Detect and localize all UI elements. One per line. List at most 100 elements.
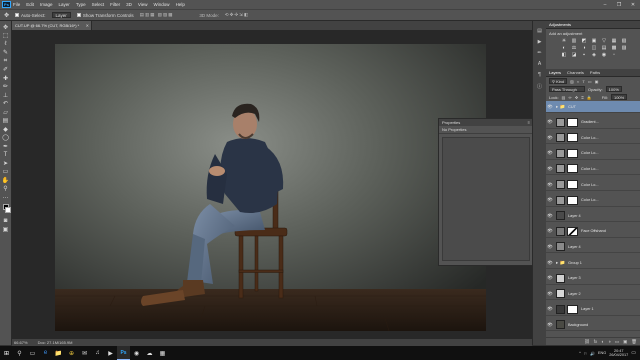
- tab-layers[interactable]: Layers: [549, 70, 561, 75]
- pen-tool-icon[interactable]: ✒: [1, 142, 10, 151]
- folder-icon[interactable]: ▸ 📁: [556, 260, 565, 266]
- lock-icons[interactable]: ▨ ✏ ✥ ⌗ 🔒: [562, 95, 593, 100]
- kind-filter-dropdown[interactable]: ⚲ Kind: [549, 78, 568, 84]
- zoom-tool-icon[interactable]: ⚲: [1, 185, 10, 194]
- layer-row[interactable]: 👁 Background: [546, 319, 640, 332]
- layer-name[interactable]: Layer 2: [568, 292, 581, 296]
- new-adjustment-icon[interactable]: ◑: [608, 339, 611, 344]
- eraser-tool-icon[interactable]: ▱: [1, 108, 10, 117]
- layer-thumbnail[interactable]: [556, 164, 565, 174]
- dodge-tool-icon[interactable]: ◯: [1, 134, 10, 143]
- photo-filter-icon[interactable]: ⚖: [570, 45, 578, 51]
- visibility-eye-icon[interactable]: 👁: [546, 322, 554, 328]
- visibility-eye-icon[interactable]: 👁: [546, 275, 554, 281]
- layer-row[interactable]: 👁 Layer 4: [546, 210, 640, 223]
- visibility-eye-icon[interactable]: 👁: [546, 244, 554, 250]
- menu-filter[interactable]: Filter: [110, 2, 120, 7]
- visibility-eye-icon[interactable]: 👁: [546, 291, 554, 297]
- menu-3d[interactable]: 3D: [126, 2, 132, 7]
- menu-help[interactable]: Help: [176, 2, 185, 7]
- layer-thumbnail[interactable]: [556, 148, 565, 158]
- search-icon[interactable]: ⚲: [13, 346, 26, 360]
- visibility-eye-icon[interactable]: 👁: [546, 150, 554, 156]
- layer-name[interactable]: Layer 1: [581, 307, 594, 311]
- layer-style-icon[interactable]: fx: [594, 339, 598, 344]
- gradient-map-icon[interactable]: ◪: [570, 52, 578, 58]
- actions-panel-icon[interactable]: ▶: [536, 38, 544, 46]
- layer-name[interactable]: Color Lo...: [581, 136, 599, 140]
- layer-row[interactable]: 👁 Layer 3: [546, 273, 640, 285]
- pattern-icon[interactable]: ◈: [590, 52, 598, 58]
- quick-mask-icon[interactable]: ◙: [1, 217, 10, 226]
- info-panel-icon[interactable]: ⓘ: [536, 82, 544, 90]
- fill-input[interactable]: 100%: [610, 94, 628, 100]
- layer-row[interactable]: 👁 Color Lo...: [546, 195, 640, 207]
- lasso-tool-icon[interactable]: ℓ: [1, 40, 10, 49]
- clone-stamp-tool-icon[interactable]: ⊥: [1, 91, 10, 100]
- layer-mask-thumbnail[interactable]: [567, 117, 578, 127]
- media-player-icon[interactable]: ▶: [104, 346, 117, 360]
- chrome-icon[interactable]: ⊕: [65, 346, 78, 360]
- layer-row[interactable]: 👁 Color Lo...: [546, 132, 640, 145]
- layer-mask-thumbnail[interactable]: [567, 164, 578, 174]
- layer-mask-thumbnail[interactable]: [567, 226, 578, 236]
- layer-row[interactable]: 👁 ▸ 📁 Group 1: [546, 257, 640, 269]
- visibility-eye-icon[interactable]: 👁: [546, 213, 554, 219]
- layer-thumbnail[interactable]: [556, 211, 565, 221]
- clock[interactable]: 20:47 26/04/2017: [609, 349, 628, 358]
- healing-tool-icon[interactable]: ✚: [1, 74, 10, 83]
- blend-mode-dropdown[interactable]: Pass Through: [549, 86, 585, 92]
- black-white-icon[interactable]: ◐: [560, 45, 568, 51]
- layer-row[interactable]: 👁 Color Lo...: [546, 179, 640, 191]
- restore-icon[interactable]: ❐: [612, 0, 626, 9]
- camera-icon[interactable]: ◉: [130, 346, 143, 360]
- menu-file[interactable]: File: [13, 2, 20, 7]
- layer-thumbnail[interactable]: [556, 273, 565, 283]
- tab-paths[interactable]: Paths: [590, 70, 600, 75]
- menu-layer[interactable]: Layer: [59, 2, 70, 7]
- layer-mask-thumbnail[interactable]: [567, 133, 578, 143]
- layer-name[interactable]: Layer 3: [568, 276, 581, 280]
- layer-thumbnail[interactable]: [556, 117, 565, 127]
- layer-name[interactable]: Layer 4: [568, 214, 581, 218]
- panel-menu-icon[interactable]: ≡: [528, 120, 530, 125]
- character-panel-icon[interactable]: A: [536, 60, 544, 68]
- document-canvas-image[interactable]: [55, 44, 486, 331]
- new-group-icon[interactable]: ▭: [615, 339, 619, 345]
- visibility-eye-icon[interactable]: 👁: [546, 119, 554, 125]
- link-layers-icon[interactable]: ⛓: [584, 339, 590, 345]
- app-icon[interactable]: ▦: [156, 346, 169, 360]
- move-tool-icon[interactable]: ✥: [4, 12, 9, 19]
- visibility-eye-icon[interactable]: 👁: [546, 182, 554, 188]
- channel-mixer-icon[interactable]: ◑: [580, 45, 588, 51]
- mail-icon[interactable]: ✉: [78, 346, 91, 360]
- layer-thumbnail[interactable]: [556, 242, 565, 252]
- levels-icon[interactable]: ▥: [570, 38, 578, 44]
- background-color-swatch[interactable]: [4, 206, 11, 213]
- layer-thumbnail[interactable]: [556, 304, 565, 314]
- move-tool-icon[interactable]: ✥: [1, 23, 10, 32]
- vibrance-icon[interactable]: ▽: [600, 38, 608, 44]
- visibility-eye-icon[interactable]: 👁: [546, 135, 554, 141]
- layer-mask-thumbnail[interactable]: [567, 148, 578, 158]
- brightness-contrast-icon[interactable]: ☀: [560, 38, 568, 44]
- hand-tool-icon[interactable]: ✋: [1, 176, 10, 185]
- add-mask-icon[interactable]: ◐: [601, 339, 604, 344]
- layer-thumbnail[interactable]: [556, 226, 565, 236]
- eyedropper-tool-icon[interactable]: ✐: [1, 66, 10, 75]
- threshold-icon[interactable]: ▨: [620, 45, 628, 51]
- filter-icons[interactable]: ▨ ◐ T ▭ ▣: [570, 79, 600, 84]
- 3d-mode-icons[interactable]: ⟲✥✣⇲◧: [225, 12, 249, 18]
- crop-tool-icon[interactable]: ⌗: [1, 57, 10, 66]
- quick-select-tool-icon[interactable]: ✎: [1, 49, 10, 58]
- layer-name[interactable]: Face Offshand: [581, 229, 606, 233]
- menu-window[interactable]: Window: [154, 2, 170, 7]
- selective-color-icon[interactable]: ◧: [560, 52, 568, 58]
- cloud-icon[interactable]: ☁: [143, 346, 156, 360]
- paragraph-panel-icon[interactable]: ¶: [536, 71, 544, 79]
- layer-row[interactable]: 👁 Layer 1: [546, 304, 640, 316]
- music-icon[interactable]: ♫: [91, 346, 104, 360]
- menu-view[interactable]: View: [138, 2, 148, 7]
- layer-row[interactable]: 👁 Face Offshand: [546, 226, 640, 238]
- auto-select-dropdown[interactable]: Layer: [51, 12, 71, 18]
